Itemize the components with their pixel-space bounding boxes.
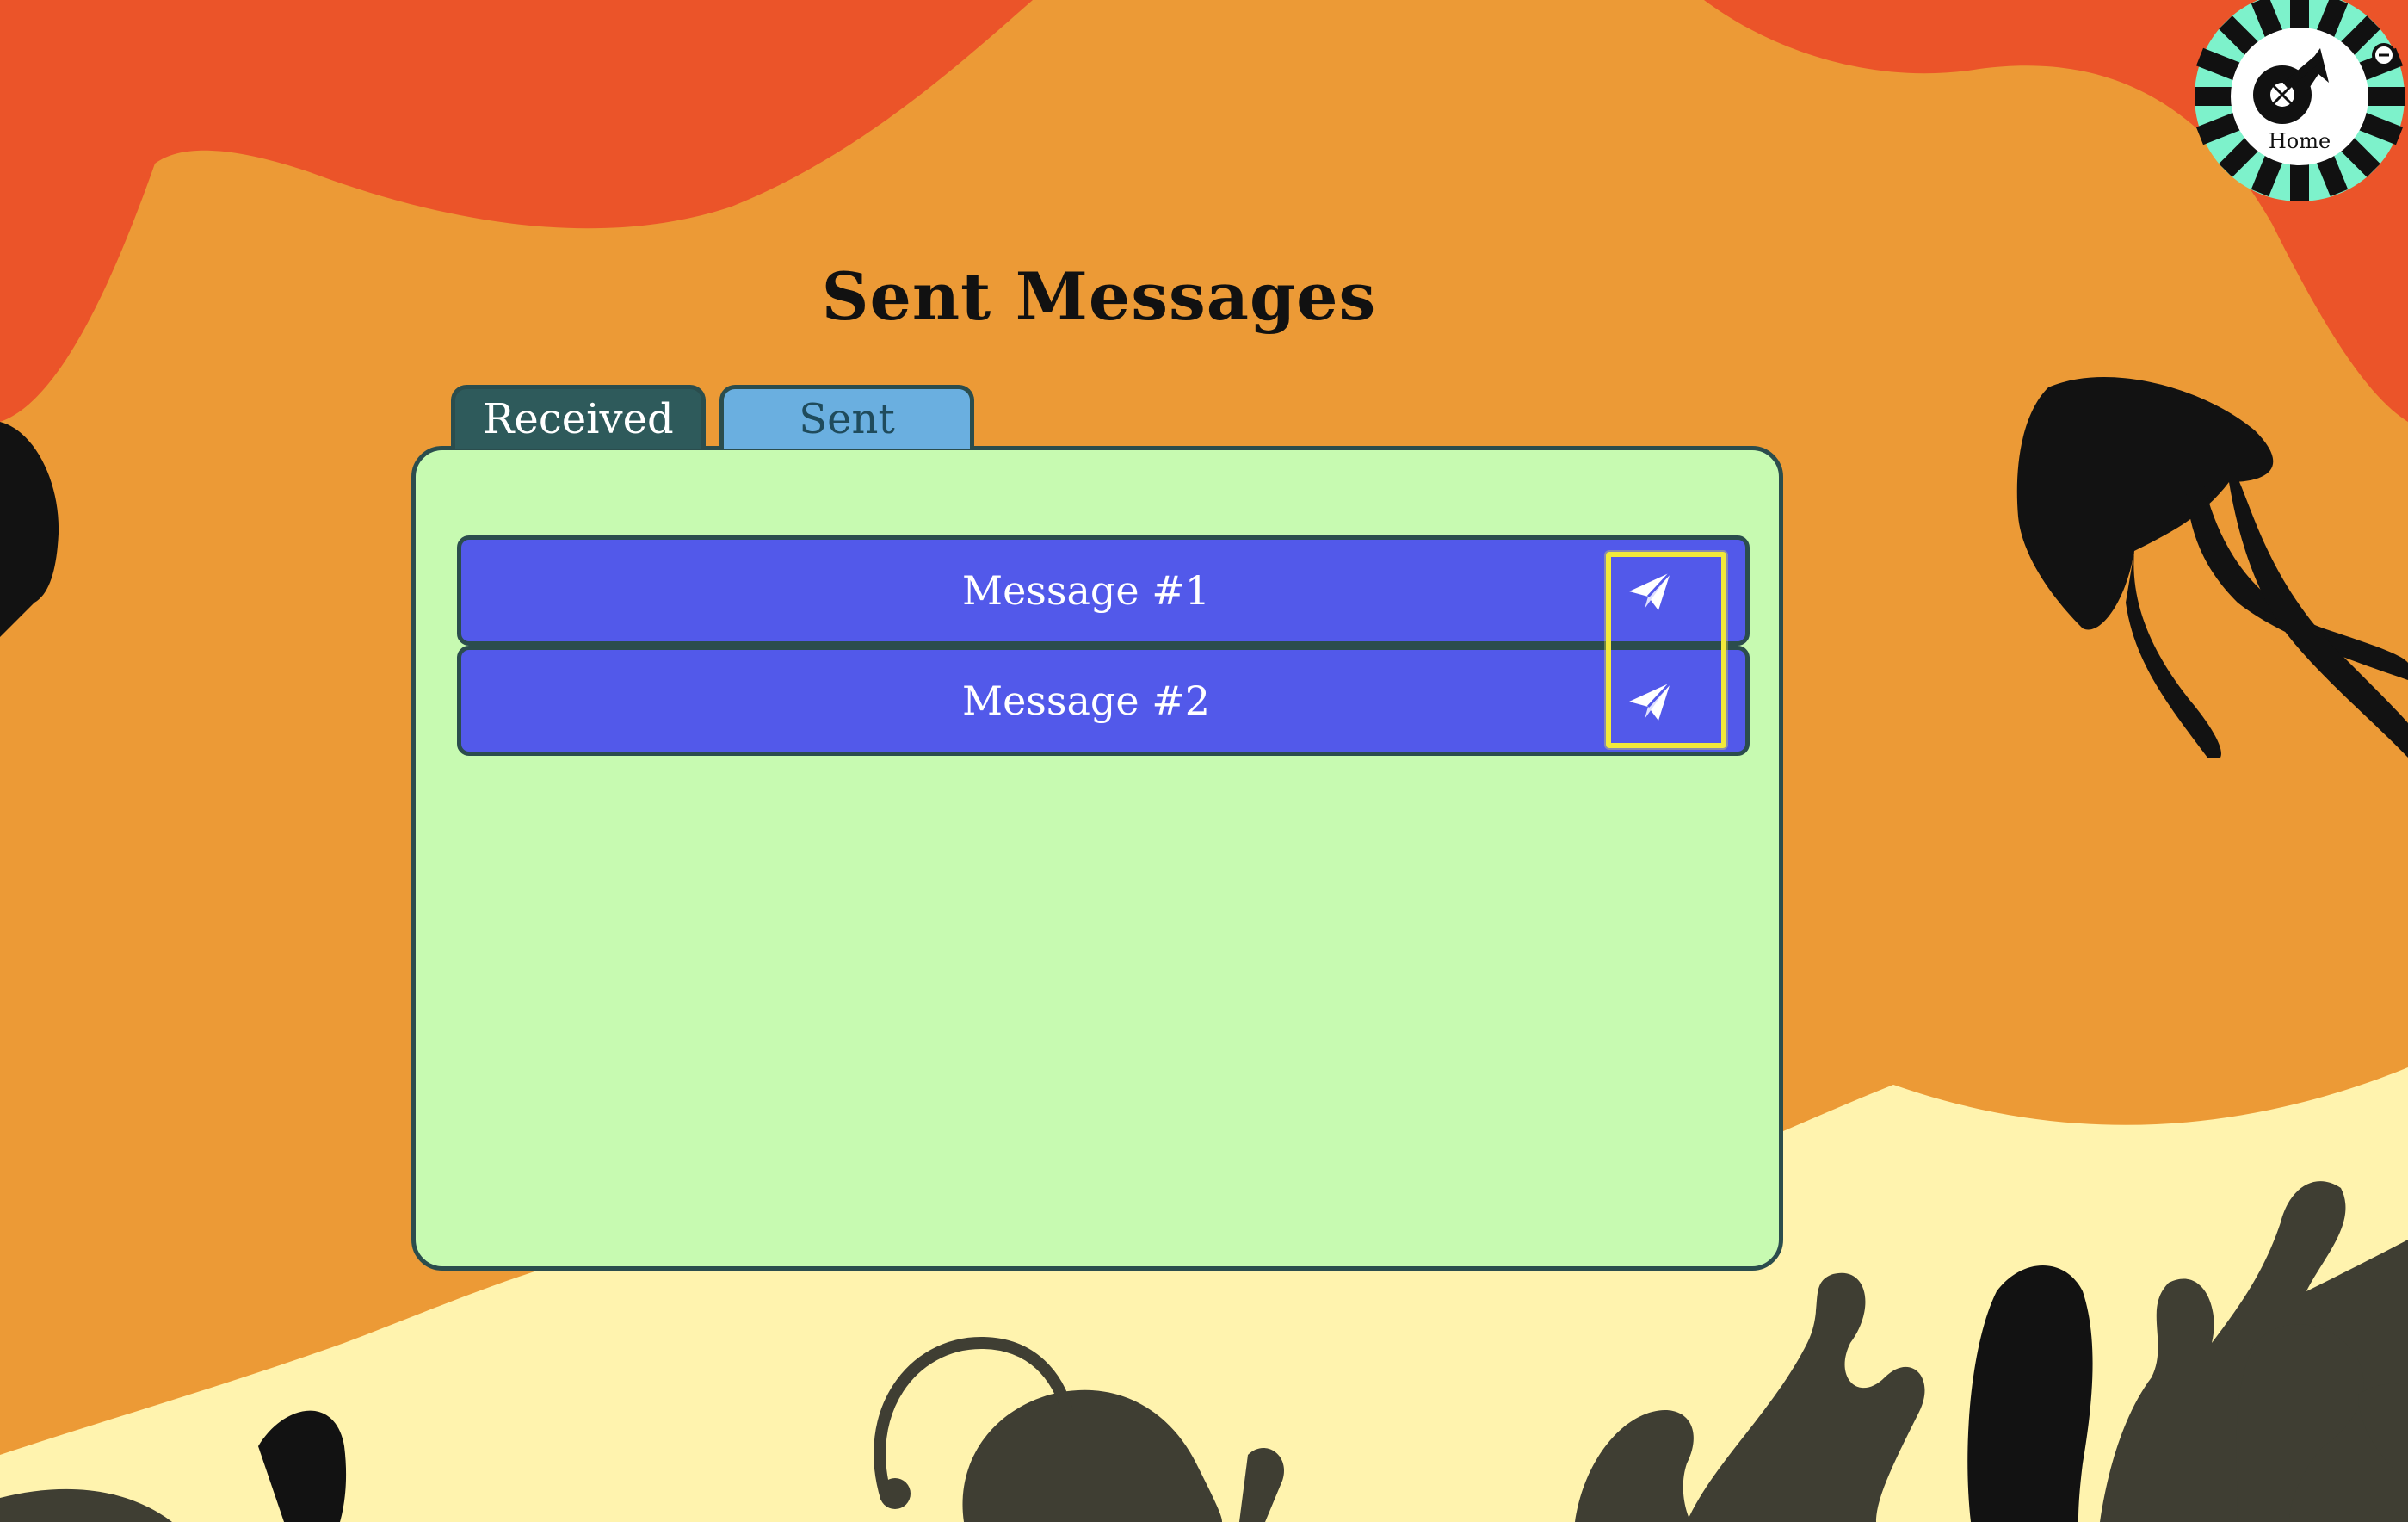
home-button[interactable]: Home bbox=[2191, 0, 2408, 210]
send-button[interactable] bbox=[1597, 547, 1702, 638]
send-button[interactable] bbox=[1597, 657, 1702, 748]
messages-panel: Message #1 Message #2 bbox=[411, 446, 1783, 1271]
home-ship-wheel-icon bbox=[2195, 0, 2405, 201]
send-icon bbox=[1629, 571, 1672, 610]
message-item[interactable]: Message #2 bbox=[457, 646, 1750, 756]
message-label: Message #1 bbox=[961, 567, 1211, 614]
tab-sent[interactable]: Sent bbox=[719, 385, 974, 449]
send-icon bbox=[1629, 681, 1672, 721]
home-label: Home bbox=[2268, 129, 2331, 153]
message-item[interactable]: Message #1 bbox=[457, 535, 1750, 646]
message-label: Message #2 bbox=[961, 677, 1211, 724]
tab-received[interactable]: Received bbox=[451, 385, 706, 449]
page-title: Sent Messages bbox=[821, 258, 1377, 335]
